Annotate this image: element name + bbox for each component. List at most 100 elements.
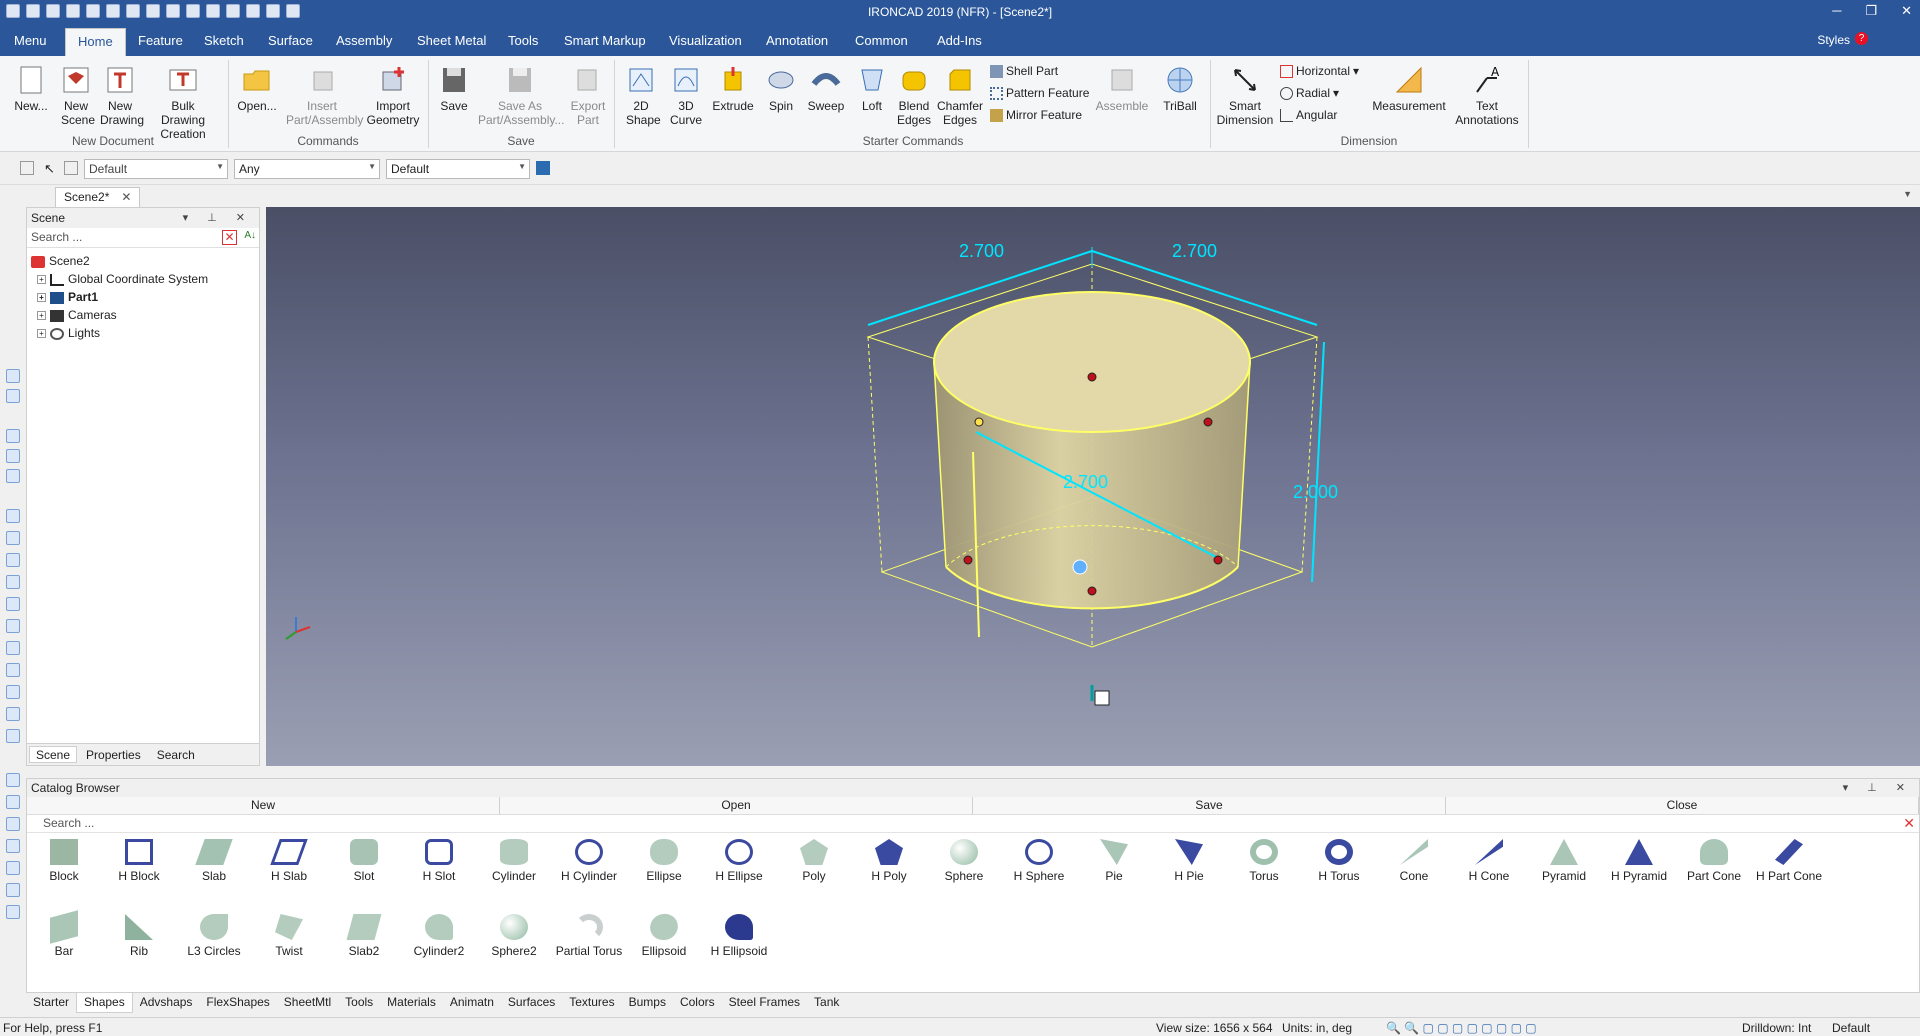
- bulk-drawing-button[interactable]: Bulk Drawing Creation: [146, 64, 220, 141]
- tab-surface[interactable]: Surface: [268, 33, 313, 48]
- tool-icon[interactable]: [6, 817, 20, 831]
- tree-item-part1[interactable]: + Part1: [31, 288, 255, 306]
- shape-ellipsoid[interactable]: Ellipsoid: [627, 908, 701, 958]
- view-icon[interactable]: [6, 469, 20, 483]
- document-tab-scene2[interactable]: Scene2* ✕: [55, 187, 141, 207]
- view-icon[interactable]: [6, 429, 20, 443]
- shape-h-torus[interactable]: H Torus: [1302, 833, 1376, 883]
- view-icon[interactable]: [6, 449, 20, 463]
- chamfer-edges-button[interactable]: Chamfer Edges: [936, 64, 984, 127]
- view-icon[interactable]: [6, 685, 20, 699]
- tool-icon[interactable]: [6, 905, 20, 919]
- catalog-tab-tank[interactable]: Tank: [807, 993, 846, 1013]
- 2d-shape-button[interactable]: 2D Shape: [620, 64, 662, 127]
- shape-slab2[interactable]: Slab2: [327, 908, 401, 958]
- extrude-button[interactable]: Extrude: [710, 64, 756, 113]
- spin-button[interactable]: Spin: [760, 64, 802, 113]
- shape-h-slab[interactable]: H Slab: [252, 833, 326, 883]
- view-tools-icons[interactable]: 🔍 🔍 ▢ ▢ ▢ ▢ ▢ ▢ ▢ ▢: [1386, 1021, 1537, 1035]
- export-part-button[interactable]: Export Part: [568, 64, 608, 127]
- close-button[interactable]: ✕: [1901, 3, 1912, 19]
- clear-search-icon[interactable]: ✕: [1903, 816, 1915, 830]
- tab-scene[interactable]: Scene: [29, 746, 78, 763]
- save-as-part-button[interactable]: Save As Part/Assembly...: [476, 64, 564, 127]
- restore-button[interactable]: ❐: [1865, 3, 1877, 19]
- tool-icon[interactable]: [6, 839, 20, 853]
- shape-slot[interactable]: Slot: [327, 833, 401, 883]
- smart-dimension-button[interactable]: Smart Dimension: [1214, 64, 1276, 127]
- view-icon[interactable]: [6, 729, 20, 743]
- insert-part-button[interactable]: Insert Part/Assembly: [284, 64, 363, 127]
- drilldown-combo[interactable]: Drilldown: Int: [1742, 1021, 1811, 1035]
- shape-h-ellipsoid[interactable]: H Ellipsoid: [702, 908, 776, 958]
- tab-tools[interactable]: Tools: [508, 33, 538, 48]
- panel-controls[interactable]: ▾ ⊥ ✕: [183, 211, 253, 224]
- sweep-button[interactable]: Sweep: [804, 64, 848, 113]
- tab-search[interactable]: Search: [150, 746, 202, 763]
- view-icon[interactable]: [6, 553, 20, 567]
- close-tab-icon[interactable]: ✕: [121, 190, 131, 204]
- pointer-icon[interactable]: ↖: [44, 161, 55, 177]
- catalog-tab-starter[interactable]: Starter: [26, 993, 76, 1013]
- shell-part-button[interactable]: Shell Part: [990, 64, 1058, 78]
- cylinder-top-face[interactable]: [933, 291, 1251, 433]
- shape-h-cylinder[interactable]: H Cylinder: [552, 833, 626, 883]
- clear-search-icon[interactable]: ✕: [222, 230, 237, 245]
- catalog-new-button[interactable]: New: [27, 797, 500, 814]
- tab-add-ins[interactable]: Add-Ins: [937, 33, 982, 48]
- mode-combo[interactable]: Default: [1832, 1021, 1870, 1035]
- horizontal-dimension-button[interactable]: Horizontal ▾: [1280, 64, 1359, 78]
- shape-h-cone[interactable]: H Cone: [1452, 833, 1526, 883]
- radial-dimension-button[interactable]: Radial ▾: [1280, 86, 1339, 100]
- catalog-tab-tools[interactable]: Tools: [338, 993, 380, 1013]
- hierarchy-icon[interactable]: [536, 161, 550, 175]
- tab-menu[interactable]: Menu: [14, 33, 47, 48]
- shape-torus[interactable]: Torus: [1227, 833, 1301, 883]
- help-icon[interactable]: ?: [1855, 32, 1868, 45]
- tree-item-lights[interactable]: + Lights: [31, 324, 255, 342]
- tool-icon[interactable]: [6, 773, 20, 787]
- view-icon[interactable]: [6, 619, 20, 633]
- catalog-tab-sheetmtl[interactable]: SheetMtl: [277, 993, 338, 1013]
- shape-slab[interactable]: Slab: [177, 833, 251, 883]
- select-parts-icon[interactable]: [20, 161, 34, 175]
- shape-h-ellipse[interactable]: H Ellipse: [702, 833, 776, 883]
- view-icon[interactable]: [6, 663, 20, 677]
- view-icon[interactable]: [6, 597, 20, 611]
- sort-icon[interactable]: A↓: [244, 230, 256, 241]
- shape-h-poly[interactable]: H Poly: [852, 833, 926, 883]
- tab-annotation[interactable]: Annotation: [766, 33, 828, 48]
- catalog-tab-animatn[interactable]: Animatn: [443, 993, 501, 1013]
- catalog-tab-flexshapes[interactable]: FlexShapes: [199, 993, 276, 1013]
- 3d-curve-button[interactable]: 3D Curve: [666, 64, 706, 127]
- tree-item-scene2[interactable]: Scene2: [31, 252, 255, 270]
- shape-cone[interactable]: Cone: [1377, 833, 1451, 883]
- catalog-tab-steel-frames[interactable]: Steel Frames: [722, 993, 807, 1013]
- scene-search[interactable]: Search ... ✕ A↓: [27, 228, 259, 248]
- tab-home[interactable]: Home: [65, 28, 126, 56]
- new-button[interactable]: New...: [10, 64, 52, 113]
- catalog-tab-colors[interactable]: Colors: [673, 993, 722, 1013]
- shape-h-slot[interactable]: H Slot: [402, 833, 476, 883]
- shape-h-pie[interactable]: H Pie: [1152, 833, 1226, 883]
- tab-sketch[interactable]: Sketch: [204, 33, 244, 48]
- style-combo[interactable]: Default ▼: [84, 159, 228, 179]
- tabs-dropdown-icon[interactable]: ▼: [1903, 189, 1912, 199]
- assemble-button[interactable]: Assemble: [1094, 64, 1150, 113]
- shape-cylinder2[interactable]: Cylinder2: [402, 908, 476, 958]
- tab-sheet-metal[interactable]: Sheet Metal: [417, 33, 486, 48]
- tool-icon[interactable]: [6, 861, 20, 875]
- catalog-save-button[interactable]: Save: [973, 797, 1446, 814]
- view-icon[interactable]: [6, 641, 20, 655]
- expand-icon[interactable]: +: [37, 293, 46, 303]
- catalog-tab-bumps[interactable]: Bumps: [622, 993, 673, 1013]
- shape-bar[interactable]: Bar: [27, 908, 101, 958]
- shape-h-pyramid[interactable]: H Pyramid: [1602, 833, 1676, 883]
- tab-feature[interactable]: Feature: [138, 33, 183, 48]
- catalog-open-button[interactable]: Open: [500, 797, 973, 814]
- selection-mode-combo[interactable]: Default ▼: [386, 159, 530, 179]
- shape-partial-torus[interactable]: Partial Torus: [552, 908, 626, 958]
- import-geometry-button[interactable]: Import Geometry: [364, 64, 422, 127]
- shape-h-block[interactable]: H Block: [102, 833, 176, 883]
- 3d-viewport[interactable]: 2.700 2.700 2.700 2.000: [266, 207, 1920, 766]
